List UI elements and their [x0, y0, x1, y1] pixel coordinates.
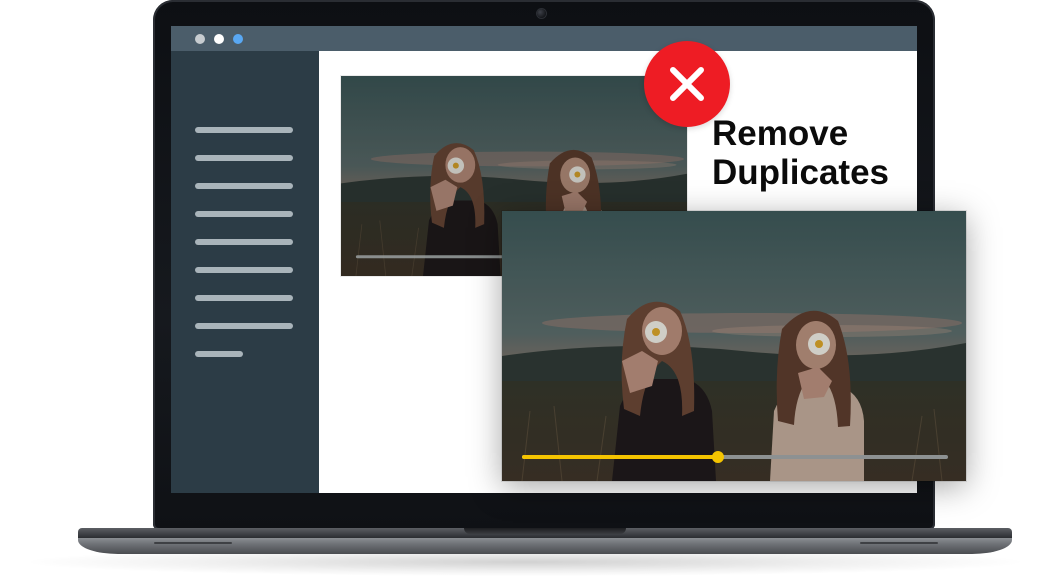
window-dot-gray[interactable] [195, 33, 205, 44]
promo-headline: Remove Duplicates [712, 114, 922, 192]
headline-line-1: Remove [712, 114, 849, 153]
base-groove-right [860, 542, 938, 544]
original-photo-thumbnail[interactable] [502, 211, 966, 481]
headline-line-2: Duplicates [712, 153, 889, 192]
sidebar-item[interactable] [195, 267, 293, 273]
sidebar-item[interactable] [195, 323, 293, 329]
hero-illustration: Remove Duplicates [0, 0, 1050, 582]
sidebar-item[interactable] [195, 183, 293, 189]
remove-duplicate-button[interactable] [644, 41, 730, 127]
sidebar-item[interactable] [195, 295, 293, 301]
base-groove-left [154, 542, 232, 544]
sidebar-item[interactable] [195, 127, 293, 133]
close-icon [670, 67, 704, 101]
base-front [78, 538, 1012, 554]
sidebar-item[interactable] [195, 211, 293, 217]
sidebar [171, 51, 319, 493]
photo-image [502, 211, 966, 481]
progress-handle[interactable] [711, 451, 724, 463]
window-dot-blue[interactable] [233, 33, 243, 44]
window-titlebar [171, 26, 917, 51]
laptop-base [78, 528, 1012, 554]
base-notch [464, 528, 626, 534]
window-dot-white[interactable] [214, 33, 224, 44]
sidebar-item[interactable] [195, 351, 243, 357]
webcam-icon [537, 9, 546, 18]
sidebar-item[interactable] [195, 155, 293, 161]
progress-fill [522, 455, 718, 459]
sidebar-item[interactable] [195, 239, 293, 245]
